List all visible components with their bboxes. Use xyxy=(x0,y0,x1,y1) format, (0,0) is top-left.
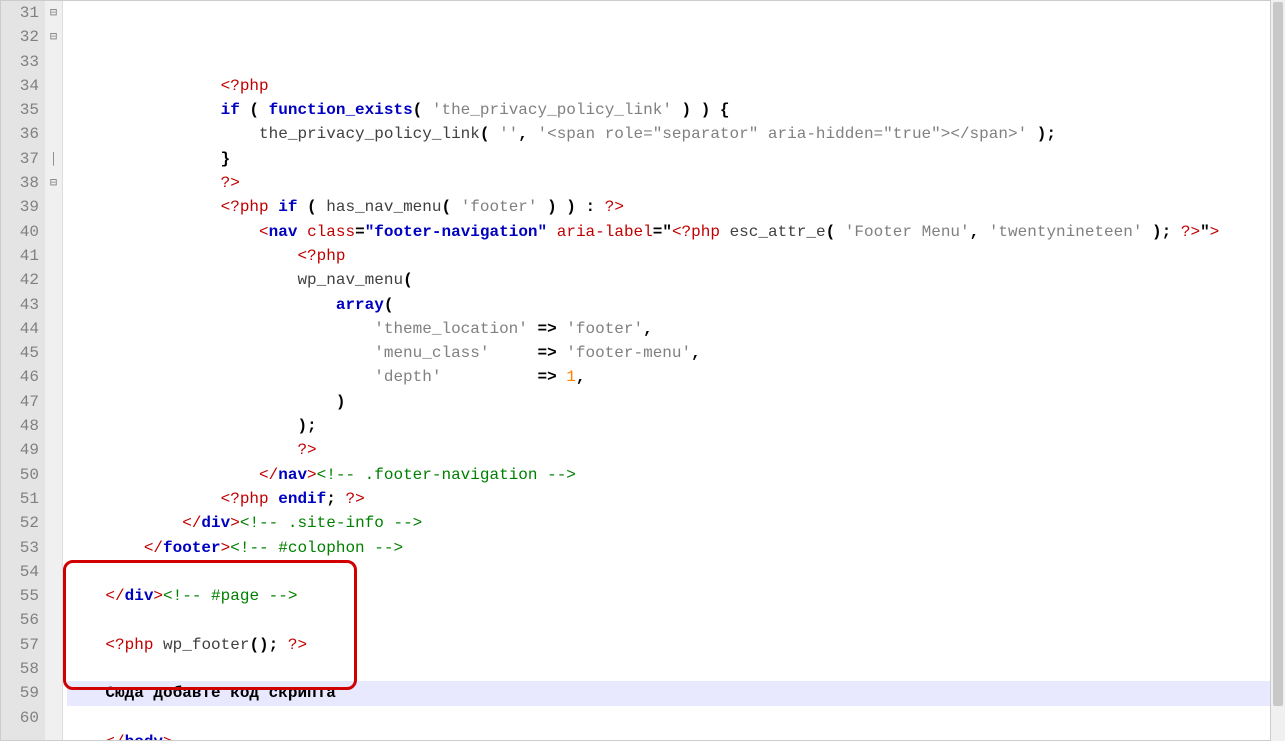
code-line[interactable]: </div><!-- .site-info --> xyxy=(67,511,1284,535)
fold-empty xyxy=(45,390,62,414)
code-line[interactable]: } xyxy=(67,147,1284,171)
code-line[interactable] xyxy=(67,608,1284,632)
code-editor[interactable]: 3132333435363738394041424344454647484950… xyxy=(0,0,1285,741)
fold-empty xyxy=(45,657,62,681)
line-number: 47 xyxy=(5,390,39,414)
code-line[interactable]: </nav><!-- .footer-navigation --> xyxy=(67,463,1284,487)
fold-empty xyxy=(45,681,62,705)
line-number: 53 xyxy=(5,536,39,560)
code-line[interactable]: the_privacy_policy_link( '', '<span role… xyxy=(67,122,1284,146)
code-line[interactable]: </footer><!-- #colophon --> xyxy=(67,536,1284,560)
line-number: 50 xyxy=(5,463,39,487)
fold-empty xyxy=(45,220,62,244)
fold-empty xyxy=(45,487,62,511)
fold-marker[interactable]: │ xyxy=(45,147,62,171)
line-number: 31 xyxy=(5,1,39,25)
line-number: 44 xyxy=(5,317,39,341)
code-line[interactable]: <?php wp_footer(); ?> xyxy=(67,633,1284,657)
code-line[interactable]: </body> xyxy=(67,730,1284,740)
fold-empty xyxy=(45,414,62,438)
code-line[interactable]: <?php if ( has_nav_menu( 'footer' ) ) : … xyxy=(67,195,1284,219)
fold-empty xyxy=(45,438,62,462)
fold-empty xyxy=(45,536,62,560)
code-line[interactable]: 'depth' => 1, xyxy=(67,365,1284,389)
fold-empty xyxy=(45,706,62,730)
line-number: 51 xyxy=(5,487,39,511)
line-number: 59 xyxy=(5,681,39,705)
line-number: 48 xyxy=(5,414,39,438)
code-line[interactable]: <?php xyxy=(67,74,1284,98)
fold-empty xyxy=(45,195,62,219)
fold-empty xyxy=(45,463,62,487)
code-line[interactable]: Сюда добавте код скрипта xyxy=(67,681,1284,705)
line-number: 60 xyxy=(5,706,39,730)
code-line[interactable]: array( xyxy=(67,293,1284,317)
vertical-scrollbar[interactable] xyxy=(1270,0,1285,741)
line-number: 56 xyxy=(5,608,39,632)
line-number: 36 xyxy=(5,122,39,146)
code-line[interactable] xyxy=(67,657,1284,681)
fold-empty xyxy=(45,244,62,268)
code-line[interactable]: <?php endif; ?> xyxy=(67,487,1284,511)
fold-marker[interactable]: ⊟ xyxy=(45,1,62,25)
code-line[interactable]: ?> xyxy=(67,171,1284,195)
code-area[interactable]: <?php if ( function_exists( 'the_privacy… xyxy=(63,1,1284,740)
fold-empty xyxy=(45,365,62,389)
code-line[interactable]: </div><!-- #page --> xyxy=(67,584,1284,608)
line-number: 58 xyxy=(5,657,39,681)
fold-empty xyxy=(45,633,62,657)
fold-empty xyxy=(45,341,62,365)
fold-empty xyxy=(45,74,62,98)
line-number: 37 xyxy=(5,147,39,171)
code-line[interactable]: wp_nav_menu( xyxy=(67,268,1284,292)
fold-gutter[interactable]: ⊟⊟│⊟ xyxy=(45,1,63,740)
fold-empty xyxy=(45,511,62,535)
line-number: 52 xyxy=(5,511,39,535)
line-number-gutter: 3132333435363738394041424344454647484950… xyxy=(1,1,45,740)
code-line[interactable] xyxy=(67,706,1284,730)
fold-empty xyxy=(45,317,62,341)
fold-empty xyxy=(45,122,62,146)
line-number: 46 xyxy=(5,365,39,389)
fold-empty xyxy=(45,50,62,74)
code-line[interactable]: ); xyxy=(67,414,1284,438)
line-number: 39 xyxy=(5,195,39,219)
line-number: 40 xyxy=(5,220,39,244)
line-number: 57 xyxy=(5,633,39,657)
scrollbar-thumb[interactable] xyxy=(1273,2,1283,706)
fold-empty xyxy=(45,584,62,608)
fold-empty xyxy=(45,560,62,584)
line-number: 35 xyxy=(5,98,39,122)
code-line[interactable]: 'menu_class' => 'footer-menu', xyxy=(67,341,1284,365)
line-number: 34 xyxy=(5,74,39,98)
line-number: 32 xyxy=(5,25,39,49)
line-number: 54 xyxy=(5,560,39,584)
fold-empty xyxy=(45,268,62,292)
line-number: 55 xyxy=(5,584,39,608)
code-line[interactable]: if ( function_exists( 'the_privacy_polic… xyxy=(67,98,1284,122)
line-number: 42 xyxy=(5,268,39,292)
fold-marker[interactable]: ⊟ xyxy=(45,25,62,49)
line-number: 41 xyxy=(5,244,39,268)
line-number: 33 xyxy=(5,50,39,74)
code-line[interactable]: 'theme_location' => 'footer', xyxy=(67,317,1284,341)
code-line[interactable]: <nav class="footer-navigation" aria-labe… xyxy=(67,220,1284,244)
fold-empty xyxy=(45,293,62,317)
fold-empty xyxy=(45,608,62,632)
fold-empty xyxy=(45,98,62,122)
line-number: 43 xyxy=(5,293,39,317)
code-line[interactable]: ?> xyxy=(67,438,1284,462)
line-number: 38 xyxy=(5,171,39,195)
fold-marker[interactable]: ⊟ xyxy=(45,171,62,195)
line-number: 45 xyxy=(5,341,39,365)
code-line[interactable]: <?php xyxy=(67,244,1284,268)
line-number: 49 xyxy=(5,438,39,462)
code-line[interactable] xyxy=(67,560,1284,584)
code-line[interactable]: ) xyxy=(67,390,1284,414)
